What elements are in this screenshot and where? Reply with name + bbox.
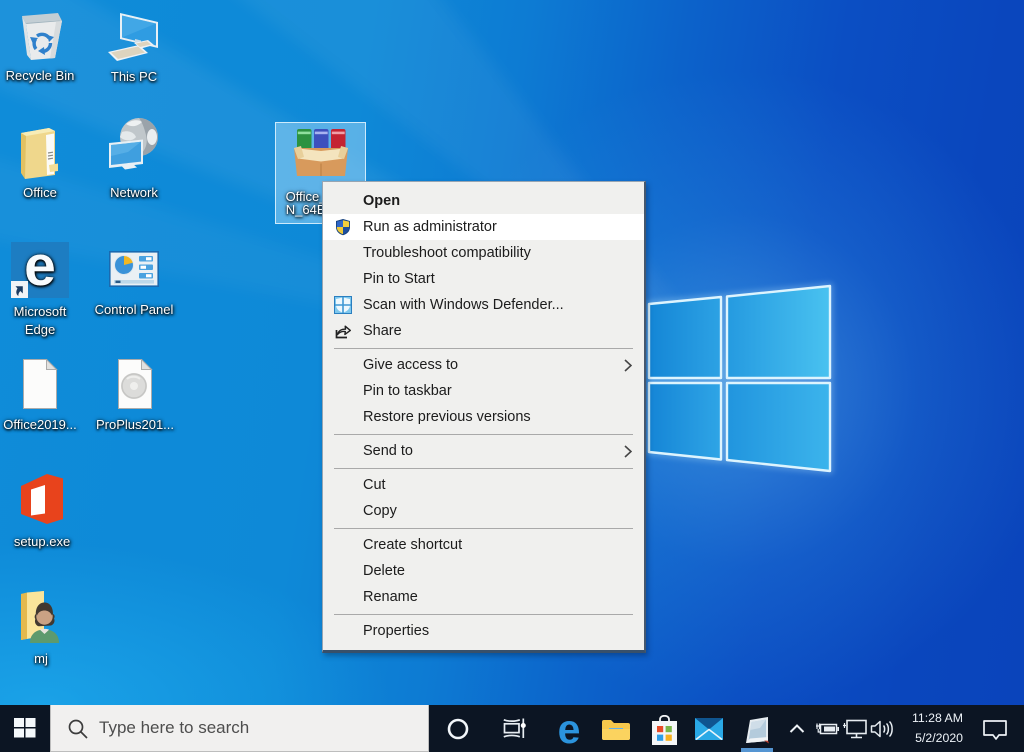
svg-text:e: e [24,242,56,298]
